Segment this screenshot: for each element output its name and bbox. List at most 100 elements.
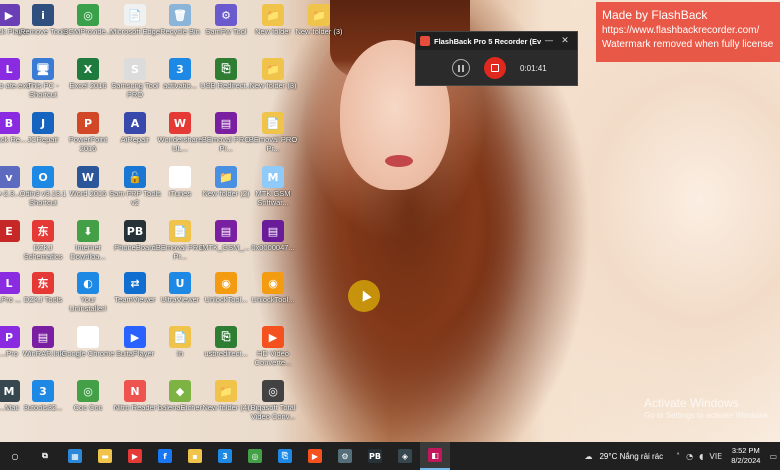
desktop-icon[interactable]: 📁 New folder (2) <box>202 166 250 199</box>
desktop-icon[interactable]: ◎ Bigasoft Total Video Conv... <box>250 380 296 421</box>
desktop-icon[interactable]: N Nitro Reader <box>112 380 158 413</box>
desktop-icon[interactable]: W Word 2016 <box>65 166 111 199</box>
desktop-icon[interactable]: O Odin3 v3.13.1 Shortcut <box>20 166 66 207</box>
file-icon: 📄 <box>169 220 191 242</box>
mtk-gsm-icon: M <box>262 166 284 188</box>
network-icon[interactable]: ◔ <box>686 452 693 461</box>
desktop-icon-label: Internet Downloa... <box>70 244 106 261</box>
desktop-icon[interactable]: ▤ BEmoval PRO Pr... <box>202 112 250 153</box>
desktop-icon-label: New folder (4) <box>202 404 250 412</box>
taskbar-button[interactable]: ▪ <box>180 442 210 470</box>
folder-icon: 📁 <box>215 166 237 188</box>
desktop-icon-label: USB Redirect... <box>200 82 252 90</box>
edge-icon: 📄 <box>124 4 146 26</box>
desktop-icon[interactable]: ♪ iTunes <box>157 166 203 199</box>
desktop-icon[interactable]: 📄 In <box>157 326 203 359</box>
desktop-icon-label: Excel 2016 <box>69 82 107 90</box>
taskbar-button[interactable]: ◎ <box>240 442 270 470</box>
taskbar-button[interactable]: ⧉ <box>30 442 60 470</box>
system-tray: ☁ 29°C Nắng rải rác ˄ ◔ ◖ VIE 3:52 PM 8/… <box>581 442 780 470</box>
taskbar-button[interactable]: ○ <box>0 442 30 470</box>
desktop-icon[interactable]: M MTK GSM Softwar... <box>250 166 296 207</box>
taskbar-apps: ○ ⧉ ▦ ▬ ▶ f ▪ 3 ◎ ⎘ ▶ ⚙ PB ◈ ◧ <box>0 442 450 470</box>
desktop-icon[interactable]: ◉ Google Chrome <box>62 326 114 359</box>
volume-icon[interactable]: ◖ <box>699 452 703 461</box>
unlocktool-icon: ◉ <box>262 272 284 294</box>
desktop-icon-label: PowerPoint 2016 <box>68 136 108 153</box>
desktop-icon[interactable]: W Wondershare UL... <box>157 112 203 153</box>
minimize-button[interactable]: — <box>541 36 557 46</box>
desktop-icon[interactable]: 📄 BEmoval PRO Pr... <box>156 220 204 261</box>
desktop-icon[interactable]: ◎ 3GMProvide... <box>64 4 112 37</box>
weather-text[interactable]: 29°C Nắng rải rác <box>599 452 663 461</box>
desktop-icon[interactable]: P PowerPoint 2016 <box>65 112 111 153</box>
clock[interactable]: 3:52 PM 8/2/2024 <box>731 446 760 466</box>
desktop-icon[interactable]: 📁 New folder (4) <box>202 380 250 413</box>
desktop-icon[interactable]: X Excel 2016 <box>65 58 111 91</box>
teamviewer-icon: ⇄ <box>124 272 146 294</box>
desktop-icon[interactable]: ▤ WinRAR.lnk <box>20 326 66 359</box>
chevron-up-icon[interactable]: ˄ <box>676 452 680 461</box>
desktop-icon[interactable]: ◎ Coc Coc <box>65 380 111 413</box>
taskbar-button[interactable]: f <box>150 442 180 470</box>
desktop-icon[interactable]: i iRemove Tools <box>18 4 68 37</box>
desktop-icon-label: BEmoval PRO Pr... <box>201 136 251 153</box>
desktop-icon[interactable]: ⎘ USB Redirect... <box>200 58 252 91</box>
desktop-icon[interactable]: PB PhoneBoard <box>112 220 158 253</box>
desktop-icon[interactable]: ▤ 0x0000047... <box>250 220 296 253</box>
desktop-icon[interactable]: ▤ MTK_GSM_... <box>202 220 250 253</box>
desktop-icon[interactable]: ⬇ Internet Downloa... <box>65 220 111 261</box>
close-button[interactable]: ✕ <box>557 36 573 46</box>
wallpaper-lips <box>385 155 413 167</box>
desktop-icon[interactable]: 📁 New folder <box>250 4 296 37</box>
taskbar-button[interactable]: ◈ <box>390 442 420 470</box>
desktop-icon[interactable]: 🗑 Recycle Bin <box>157 4 203 37</box>
desktop-icon-label: 0x0000047... <box>251 244 295 252</box>
desktop-icon-label: HD Video Converte... <box>254 350 292 367</box>
taskbar-button[interactable]: ⎘ <box>270 442 300 470</box>
desktop-icon[interactable]: ◉ UnlockTool... <box>250 272 296 305</box>
stop-button[interactable] <box>484 57 506 79</box>
language-indicator[interactable]: VIE <box>709 452 722 461</box>
desktop-icon[interactable]: A AiRepair <box>112 112 158 145</box>
taskbar-button[interactable]: ◧ <box>420 442 450 470</box>
desktop-icon[interactable]: ◆ balenaEtcher <box>157 380 203 413</box>
notification-icon[interactable]: ▭ <box>769 452 777 461</box>
weather-icon[interactable]: ☁ <box>584 452 592 461</box>
samsung-tool-icon: S <box>124 58 146 80</box>
taskbar-button[interactable]: 3 <box>210 442 240 470</box>
taskbar-button[interactable]: ▬ <box>90 442 120 470</box>
desktop-icon[interactable]: ⚙ SamFw Tool <box>203 4 249 37</box>
desktop-icon[interactable]: 3 activatio... <box>157 58 203 91</box>
desktop-icon[interactable]: 3 3utools32... <box>20 380 66 413</box>
desktop-icon[interactable]: ▶ SuitaPlayer <box>112 326 158 359</box>
app-icon: P <box>0 326 20 348</box>
desktop-icon[interactable]: 🔓 Sam FRP Tools v2 <box>109 166 161 207</box>
desktop-icon[interactable]: 📄 BEmoval PRO Pr... <box>249 112 297 153</box>
desktop-icon[interactable]: 🖥 This PC - Shortcut <box>20 58 66 99</box>
taskbar-button[interactable]: ⚙ <box>330 442 360 470</box>
desktop-icon[interactable]: 📁 New folder (3) <box>295 4 343 37</box>
bigasoft-icon: ◎ <box>262 380 284 402</box>
taskbar-button[interactable]: ▶ <box>120 442 150 470</box>
taskbar-button[interactable]: ▶ <box>300 442 330 470</box>
desktop-icon[interactable]: 📄 Microsoft Edge <box>110 4 160 37</box>
desktop-icon[interactable]: 东 DZKJ Tools <box>20 272 66 305</box>
desktop-icon[interactable]: 📁 New folder (3) <box>249 58 297 91</box>
desktop-icon[interactable]: ◉ UnlockTool... <box>203 272 249 305</box>
taskbar-button[interactable]: ▦ <box>60 442 90 470</box>
desktop-icon[interactable]: S Samsung Tool PRO <box>111 58 159 99</box>
watermark-url: https://www.flashbackrecorder.com/ <box>602 25 760 36</box>
desktop-icon[interactable]: ⎘ usbredirect... <box>203 326 249 359</box>
app-icon: E <box>0 220 20 242</box>
desktop-icon[interactable]: ▶ HD Video Converte... <box>250 326 296 367</box>
desktop-icon[interactable]: ◐ Your Uninstaller! <box>65 272 111 313</box>
pause-button[interactable] <box>452 59 470 77</box>
taskbar-button[interactable]: PB <box>360 442 390 470</box>
excel-icon: X <box>77 58 99 80</box>
desktop-icon[interactable]: J JCRepair <box>20 112 66 145</box>
desktop-icon[interactable]: U UltraViewer <box>157 272 203 305</box>
recorder-titlebar[interactable]: FlashBack Pro 5 Recorder (Ev... — ✕ <box>416 32 577 50</box>
desktop-icon[interactable]: ⇄ TeamViewer <box>112 272 158 305</box>
desktop-icon[interactable]: 东 DZKJ Schematics <box>20 220 66 261</box>
